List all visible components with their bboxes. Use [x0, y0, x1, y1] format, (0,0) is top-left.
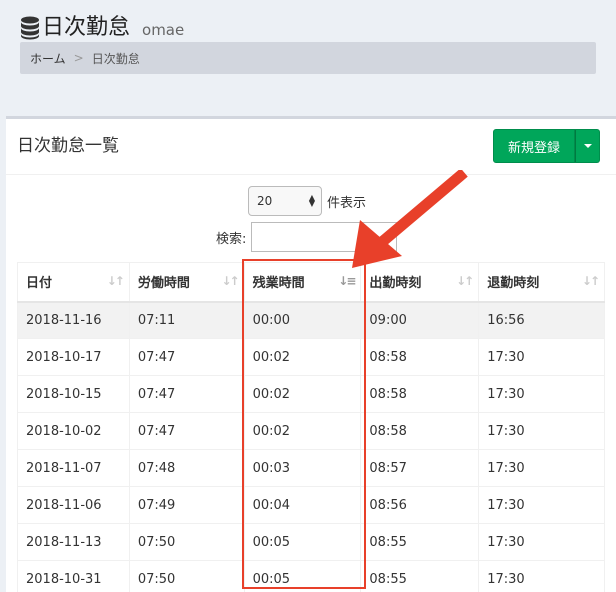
column-header-label: 残業時間	[252, 276, 305, 292]
column-header-label: 退勤時刻	[487, 276, 540, 292]
cell-clock-out: 17:30	[478, 338, 605, 376]
cell-overtime: 00:05	[243, 560, 362, 592]
cell-clock-in: 08:57	[360, 449, 480, 487]
column-header-label: 出勤時刻	[369, 276, 422, 292]
cell-overtime: 00:04	[243, 486, 362, 524]
box-title: 日次勤怠一覧	[17, 136, 119, 156]
cell-date: 2018-10-02	[17, 412, 130, 450]
cell-overtime: 00:05	[243, 523, 362, 561]
page-title-row: 日次勤怠 omae	[20, 14, 184, 42]
cell-work-time: 07:50	[128, 560, 245, 592]
cell-clock-out: 16:56	[478, 301, 605, 339]
cell-overtime: 00:03	[243, 449, 362, 487]
list-box: 日次勤怠一覧 新規登録 20 ▲ ▼ 件表示 検索: 日付 ↓↑ 労働時間 ↓↑ 残業…	[6, 116, 616, 592]
cell-work-time: 07:50	[128, 523, 245, 561]
cell-work-time: 07:47	[128, 375, 245, 413]
content-header: 日次勤怠 omae ホーム > 日次勤怠	[0, 0, 616, 118]
table-row[interactable]: 2018-10-17 07:47 00:02 08:58 17:30	[17, 338, 605, 376]
caret-down-icon	[583, 144, 592, 148]
cell-clock-out: 17:30	[478, 375, 605, 413]
column-header-date[interactable]: 日付 ↓↑	[17, 262, 130, 303]
breadcrumb-separator: >	[73, 51, 84, 65]
cell-date: 2018-11-16	[17, 301, 130, 339]
box-divider	[6, 174, 616, 175]
cell-overtime: 00:02	[243, 375, 362, 413]
cell-clock-out: 17:30	[478, 560, 605, 592]
cell-work-time: 07:47	[128, 338, 245, 376]
page-length-suffix: 件表示	[327, 195, 367, 211]
cell-clock-in: 08:56	[360, 486, 480, 524]
attendance-table: 日付 ↓↑ 労働時間 ↓↑ 残業時間 ↓≡ 出勤時刻 ↓↑ 退勤時刻 ↓↑ 2018-11…	[17, 262, 605, 592]
cell-date: 2018-11-07	[17, 449, 130, 487]
table-row[interactable]: 2018-11-07 07:48 00:03 08:57 17:30	[17, 449, 605, 487]
table-row[interactable]: 2018-11-06 07:49 00:04 08:56 17:30	[17, 486, 605, 524]
select-arrows-icon: ▲ ▼	[308, 193, 315, 208]
cell-clock-in: 08:55	[360, 523, 480, 561]
column-header-overtime[interactable]: 残業時間 ↓≡	[243, 262, 362, 303]
column-header-clock-out[interactable]: 退勤時刻 ↓↑	[478, 262, 605, 303]
cell-date: 2018-11-06	[17, 486, 130, 524]
column-header-label: 日付	[26, 276, 53, 292]
cell-overtime: 00:02	[243, 412, 362, 450]
breadcrumb: ホーム > 日次勤怠	[20, 42, 596, 74]
new-record-button-group: 新規登録	[493, 129, 600, 163]
cell-clock-in: 08:58	[360, 375, 480, 413]
cell-clock-out: 17:30	[478, 486, 605, 524]
cell-work-time: 07:49	[128, 486, 245, 524]
cell-work-time: 07:11	[128, 301, 245, 339]
table-row[interactable]: 2018-11-13 07:50 00:05 08:55 17:30	[17, 523, 605, 561]
cell-clock-in: 08:58	[360, 412, 480, 450]
database-icon	[21, 16, 39, 40]
cell-date: 2018-10-15	[17, 375, 130, 413]
table-header-row: 日付 ↓↑ 労働時間 ↓↑ 残業時間 ↓≡ 出勤時刻 ↓↑ 退勤時刻 ↓↑	[17, 262, 605, 303]
sort-icon: ↓↑	[456, 274, 474, 288]
page-title: 日次勤怠	[42, 15, 131, 40]
cell-clock-in: 09:00	[360, 301, 480, 339]
table-row[interactable]: 2018-10-31 07:50 00:05 08:55 17:30	[17, 560, 605, 592]
cell-date: 2018-11-13	[17, 523, 130, 561]
cell-clock-in: 08:58	[360, 338, 480, 376]
table-row[interactable]: 2018-10-15 07:47 00:02 08:58 17:30	[17, 375, 605, 413]
cell-clock-out: 17:30	[478, 449, 605, 487]
sort-icon: ↓↑	[581, 274, 600, 288]
page-subtitle: omae	[142, 21, 185, 39]
cell-overtime: 00:02	[243, 338, 362, 376]
page-length-value: 20	[257, 194, 273, 208]
cell-date: 2018-10-17	[17, 338, 130, 376]
breadcrumb-current: 日次勤怠	[91, 51, 140, 66]
new-record-button[interactable]: 新規登録	[493, 129, 575, 163]
cell-clock-out: 17:30	[478, 523, 605, 561]
page-length-control: 20 ▲ ▼ 件表示	[248, 186, 366, 216]
new-record-dropdown-toggle[interactable]	[575, 129, 600, 163]
table-row[interactable]: 2018-10-02 07:47 00:02 08:58 17:30	[17, 412, 605, 450]
column-header-label: 労働時間	[137, 276, 190, 292]
cell-overtime: 00:00	[243, 301, 362, 339]
page-length-select[interactable]: 20 ▲ ▼	[248, 186, 322, 216]
breadcrumb-home-link[interactable]: ホーム	[30, 50, 66, 67]
sort-icon: ↓↑	[106, 274, 125, 288]
search-control: 検索:	[216, 222, 398, 252]
sort-icon: ↓↑	[221, 274, 240, 288]
search-input[interactable]	[251, 222, 398, 252]
cell-work-time: 07:48	[128, 449, 245, 487]
sort-amount-asc-icon: ↓≡	[338, 274, 356, 288]
cell-clock-out: 17:30	[478, 412, 605, 450]
cell-date: 2018-10-31	[17, 560, 130, 592]
cell-work-time: 07:47	[128, 412, 245, 450]
column-header-clock-in[interactable]: 出勤時刻 ↓↑	[360, 262, 480, 303]
table-row[interactable]: 2018-11-16 07:11 00:00 09:00 16:56	[17, 301, 605, 339]
search-label: 検索:	[216, 231, 247, 247]
column-header-work-time[interactable]: 労働時間 ↓↑	[128, 262, 245, 303]
cell-clock-in: 08:55	[360, 560, 480, 592]
